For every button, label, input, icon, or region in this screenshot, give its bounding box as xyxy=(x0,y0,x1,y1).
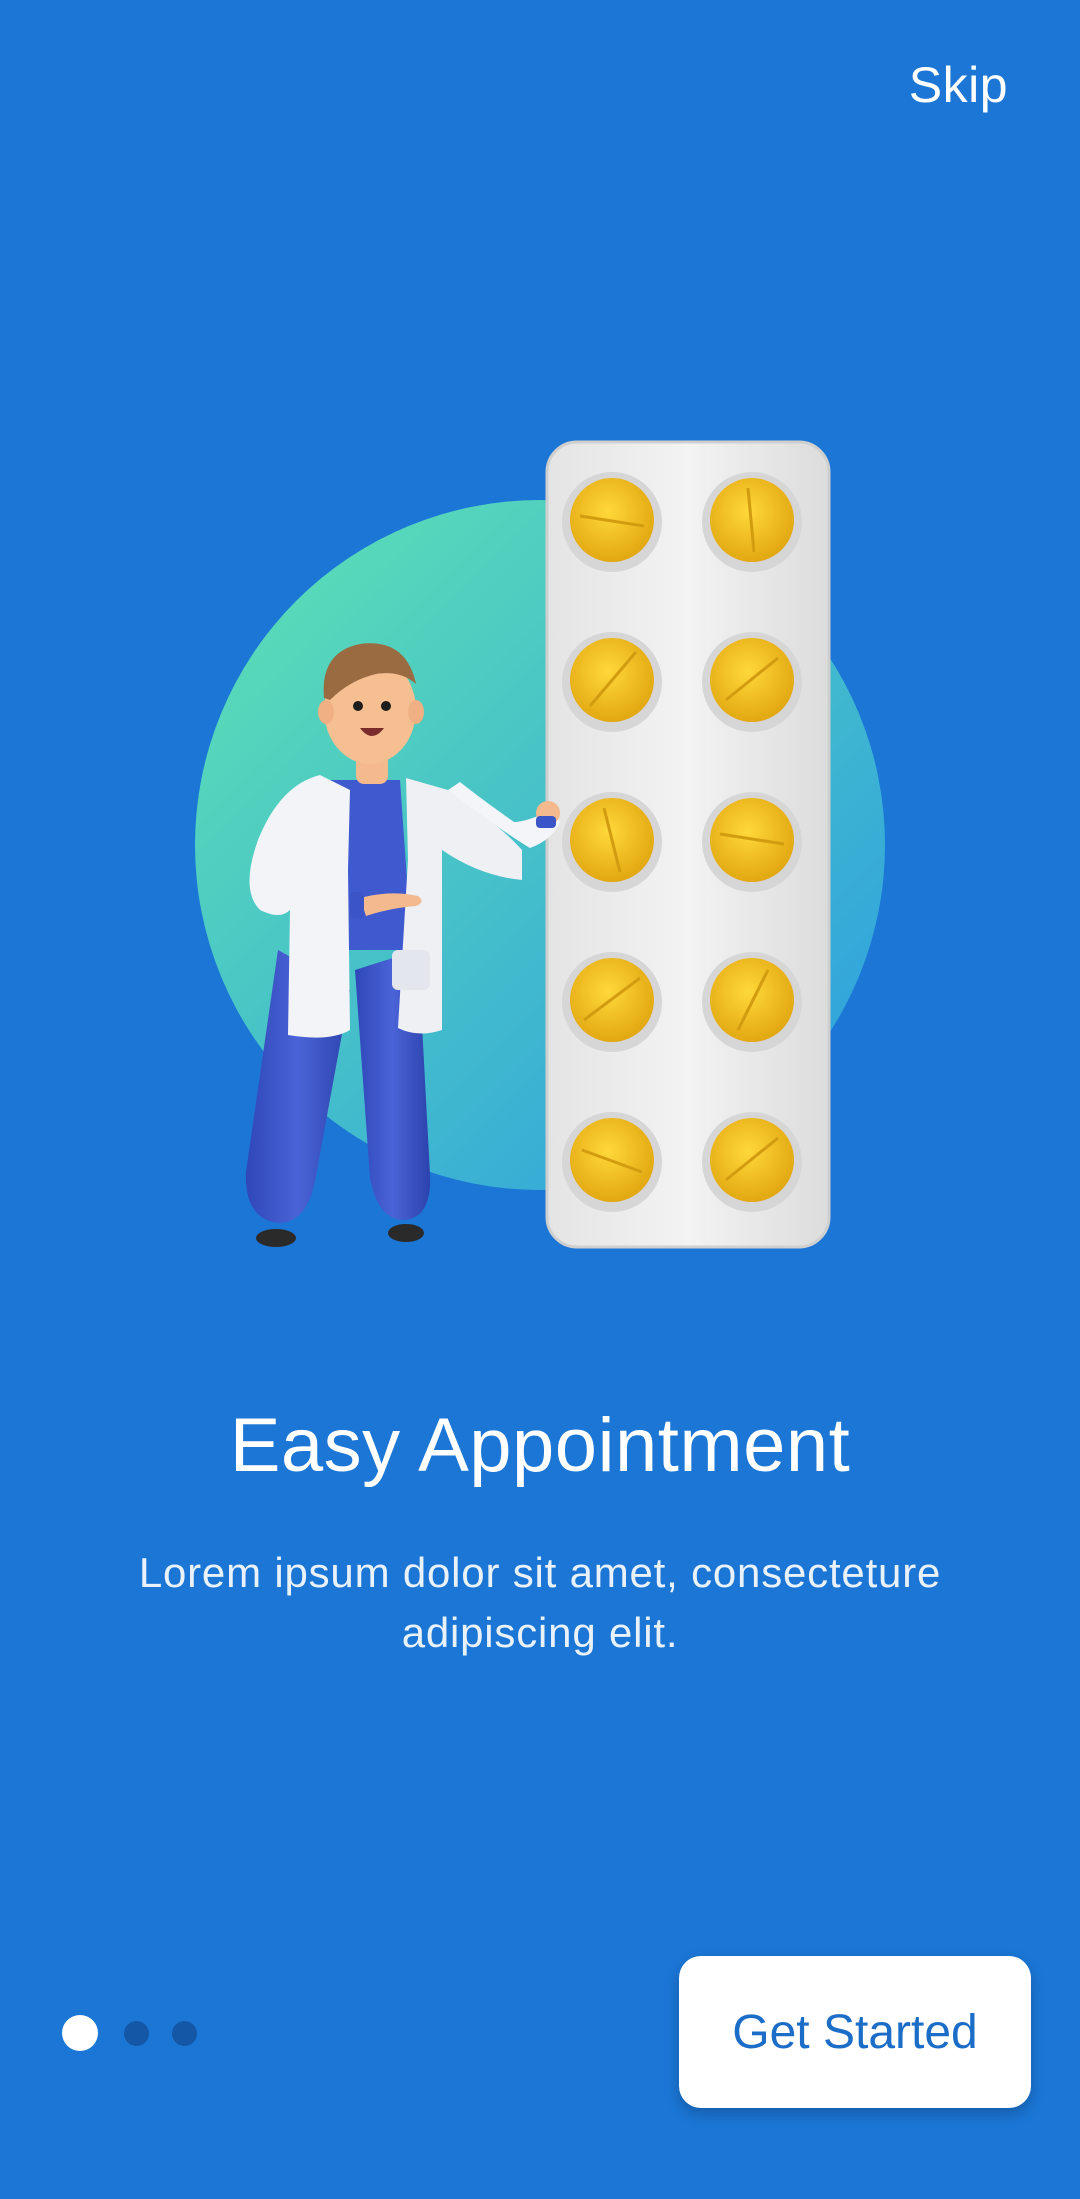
pill-blister-pack xyxy=(545,440,831,1249)
onboarding-title: Easy Appointment xyxy=(229,1403,851,1488)
onboarding-screen: Skip Easy Appointment Lorem ipsum dolor … xyxy=(0,0,1080,2199)
get-started-button[interactable]: Get Started xyxy=(679,1956,1031,2108)
page-dot-active[interactable] xyxy=(62,2015,98,2051)
page-dot[interactable] xyxy=(124,2020,149,2046)
doctor-pills-illustration xyxy=(180,430,900,1260)
page-dot[interactable] xyxy=(172,2020,197,2046)
page-indicator xyxy=(62,2014,220,2052)
onboarding-description: Lorem ipsum dolor sit amet, consecteture… xyxy=(138,1549,942,1656)
skip-button[interactable]: Skip xyxy=(909,56,1008,114)
